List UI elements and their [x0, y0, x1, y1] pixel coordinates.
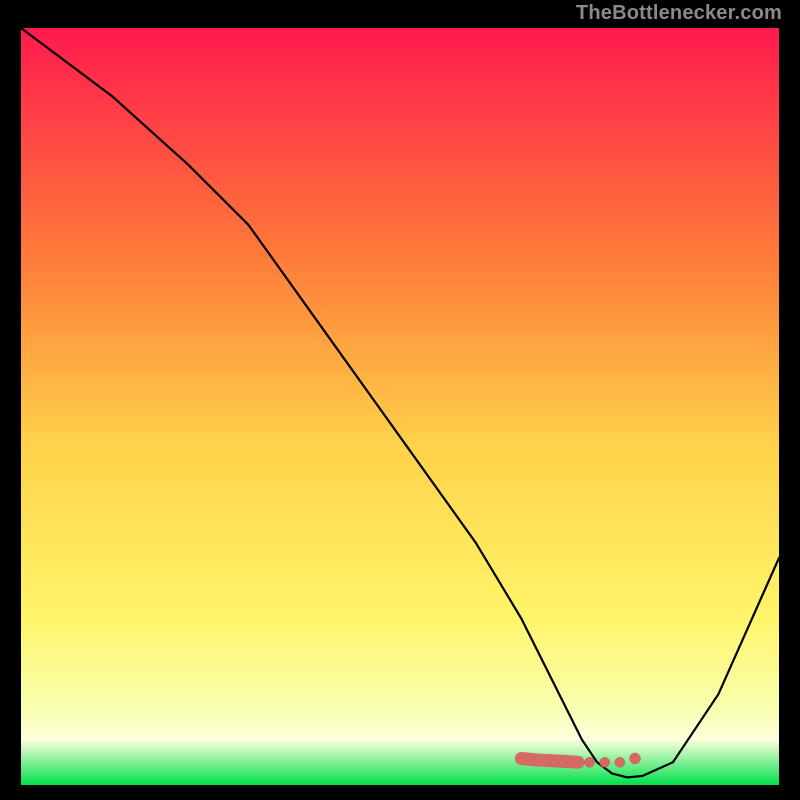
plot-area [21, 28, 779, 785]
chart-svg [21, 28, 779, 785]
watermark-text: TheBottlenecker.com [576, 2, 782, 25]
gradient-background [21, 28, 779, 785]
